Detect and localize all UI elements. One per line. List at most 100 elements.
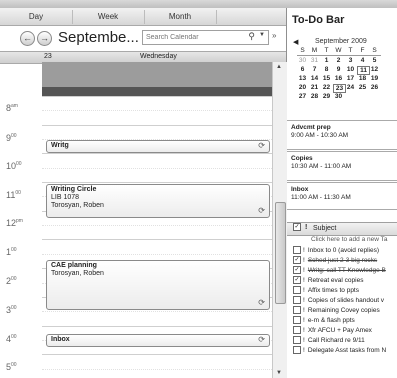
task-item[interactable]: ! Delegate Asst tasks from N bbox=[287, 346, 397, 355]
task-item[interactable]: ! e-m & flash ppts bbox=[287, 316, 397, 325]
scroll-up-icon[interactable]: ▲ bbox=[276, 64, 282, 70]
mini-day[interactable]: 7 bbox=[309, 66, 320, 73]
task-list-header[interactable]: ✓ ! Subject bbox=[287, 222, 397, 236]
mini-day[interactable]: 10 bbox=[345, 66, 356, 73]
todo-appointment[interactable]: Copies 10:30 AM - 11:00 AM bbox=[287, 151, 397, 181]
collapse-chevron-icon[interactable]: » bbox=[272, 31, 276, 40]
task-checkbox[interactable] bbox=[293, 286, 301, 295]
task-subject: Remaining Covey copies bbox=[307, 307, 380, 314]
mini-day[interactable]: 2 bbox=[333, 57, 344, 64]
view-tabs: Day Week Month bbox=[0, 8, 286, 26]
mini-day[interactable]: 3 bbox=[345, 57, 356, 64]
mini-day[interactable]: 17 bbox=[345, 75, 356, 82]
task-checkbox[interactable] bbox=[293, 326, 301, 335]
task-checkbox[interactable] bbox=[293, 346, 301, 355]
task-item[interactable]: ! Copies of slides handout v bbox=[287, 296, 397, 305]
forward-arrow-icon[interactable]: → bbox=[37, 31, 52, 46]
mini-day[interactable]: 14 bbox=[309, 75, 320, 82]
appointment[interactable]: Writg ⟳ bbox=[46, 140, 270, 153]
mini-day[interactable]: 13 bbox=[297, 75, 308, 82]
search-input[interactable] bbox=[143, 31, 249, 43]
mini-prev-icon[interactable]: ◀ bbox=[293, 38, 298, 46]
mini-day[interactable]: 26 bbox=[369, 84, 380, 91]
task-checkbox[interactable]: ✓ bbox=[293, 256, 301, 265]
new-task-input[interactable]: Click here to add a new Ta bbox=[287, 235, 397, 244]
mini-day[interactable]: 27 bbox=[297, 93, 308, 100]
mini-day[interactable]: 12 bbox=[369, 66, 380, 73]
tab-month[interactable]: Month bbox=[144, 10, 217, 24]
mini-day[interactable]: 21 bbox=[309, 84, 320, 91]
day-grid[interactable]: Writg ⟳ Writing Circle LIB 1078 Torosyan… bbox=[42, 96, 272, 378]
priority-icon: ! bbox=[303, 247, 305, 254]
mini-day[interactable]: 9 bbox=[333, 66, 344, 73]
mini-day[interactable]: 15 bbox=[321, 75, 332, 82]
mini-day[interactable]: 18 bbox=[357, 75, 368, 82]
vertical-scrollbar[interactable]: ▲ ▼ bbox=[272, 62, 287, 378]
back-arrow-icon[interactable]: ← bbox=[20, 31, 35, 46]
mini-day[interactable]: 16 bbox=[333, 75, 344, 82]
mini-day[interactable]: 30 bbox=[297, 57, 308, 64]
scrollbar-thumb[interactable] bbox=[275, 202, 286, 304]
todo-appointment[interactable]: Advcmt prep 9:00 AM - 10:30 AM bbox=[287, 120, 397, 150]
task-item[interactable]: ✓! Sched just 2-3 big rocks bbox=[287, 256, 397, 265]
mini-day[interactable]: 31 bbox=[309, 57, 320, 64]
task-checkbox[interactable]: ✓ bbox=[293, 266, 301, 275]
priority-icon: ! bbox=[303, 327, 305, 334]
search-icon[interactable]: ⚲ bbox=[248, 31, 255, 42]
task-item[interactable]: ! Affix times to ppts bbox=[287, 286, 397, 295]
todo-appointment[interactable]: Inbox 11:00 AM - 11:30 AM bbox=[287, 182, 397, 210]
appointment-title: Writg bbox=[51, 142, 69, 149]
calendar-pane: Day Week Month ← → Septembe... ⚲ ▼ » 23 … bbox=[0, 8, 287, 378]
scroll-down-icon[interactable]: ▼ bbox=[276, 370, 282, 376]
mini-day[interactable]: 5 bbox=[369, 57, 380, 64]
recurrence-icon: ⟳ bbox=[258, 141, 265, 150]
appointment[interactable]: CAE planning Torosyan, Roben ⟳ bbox=[46, 260, 270, 310]
date-number: 23 bbox=[44, 53, 52, 60]
priority-icon: ! bbox=[303, 257, 305, 264]
task-checkbox[interactable] bbox=[293, 246, 301, 255]
task-item[interactable]: ! Inbox to 0 (avoid replies) bbox=[287, 246, 397, 255]
task-item[interactable]: ✓! Writg: call TT Knowledge B bbox=[287, 266, 397, 275]
chevron-down-icon[interactable]: ▼ bbox=[259, 32, 265, 38]
task-item[interactable]: ! Xfr AFCU + Pay Amex bbox=[287, 326, 397, 335]
recurrence-icon: ⟳ bbox=[258, 206, 265, 215]
time-label: 300 bbox=[6, 305, 17, 315]
mini-day[interactable]: 1 bbox=[321, 57, 332, 64]
all-day-area[interactable] bbox=[42, 62, 272, 96]
recurrence-icon: ⟳ bbox=[258, 335, 265, 344]
mini-day[interactable]: 6 bbox=[297, 66, 308, 73]
appointment[interactable]: Writing Circle LIB 1078 Torosyan, Roben … bbox=[46, 184, 270, 218]
mini-day[interactable]: 30 bbox=[333, 93, 344, 100]
task-checkbox[interactable] bbox=[293, 316, 301, 325]
priority-icon: ! bbox=[303, 267, 305, 274]
mini-day[interactable]: 8 bbox=[321, 66, 332, 73]
search-box[interactable]: ⚲ ▼ bbox=[142, 30, 269, 45]
task-subject: e-m & flash ppts bbox=[307, 317, 355, 324]
task-item[interactable]: ! Call Richard re 9/11 bbox=[287, 336, 397, 345]
time-label: 200 bbox=[6, 276, 17, 286]
priority-icon: ! bbox=[303, 297, 305, 304]
appointment[interactable]: Inbox ⟳ bbox=[46, 334, 270, 347]
mini-day[interactable]: 28 bbox=[309, 93, 320, 100]
todo-appointment-title: Inbox bbox=[291, 186, 309, 193]
priority-icon: ! bbox=[303, 317, 305, 324]
task-checkbox[interactable]: ✓ bbox=[293, 276, 301, 285]
weekday-label: M bbox=[311, 47, 318, 54]
mini-day[interactable]: 24 bbox=[345, 84, 356, 91]
mini-day[interactable]: 25 bbox=[357, 84, 368, 91]
task-item[interactable]: ✓! Retreat eval copies bbox=[287, 276, 397, 285]
priority-icon: ! bbox=[303, 277, 305, 284]
mini-day[interactable]: 19 bbox=[369, 75, 380, 82]
mini-day[interactable]: 22 bbox=[321, 84, 332, 91]
mini-day[interactable]: 29 bbox=[321, 93, 332, 100]
tab-week[interactable]: Week bbox=[72, 10, 145, 24]
task-checkbox[interactable] bbox=[293, 336, 301, 345]
task-checkbox[interactable] bbox=[293, 306, 301, 315]
appointment-location: LIB 1078 bbox=[51, 194, 80, 201]
mini-day[interactable]: 4 bbox=[357, 57, 368, 64]
task-item[interactable]: ! Remaining Covey copies bbox=[287, 306, 397, 315]
mini-day[interactable]: 20 bbox=[297, 84, 308, 91]
task-checkbox[interactable] bbox=[293, 296, 301, 305]
weekday-label: W bbox=[335, 47, 342, 54]
tab-day[interactable]: Day bbox=[0, 10, 73, 24]
